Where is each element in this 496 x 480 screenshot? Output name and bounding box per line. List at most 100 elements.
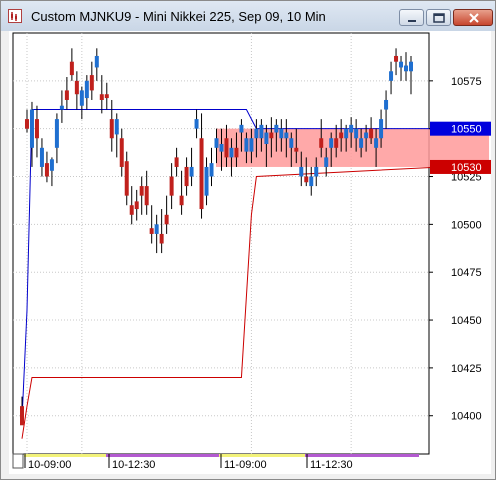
candle-body [109, 119, 114, 139]
candle-body [224, 138, 229, 158]
candle-body [184, 166, 189, 187]
candle-body [309, 176, 314, 187]
candle-body [39, 147, 44, 167]
maximize-icon [433, 13, 445, 23]
session-bar [106, 454, 219, 457]
candle-body [99, 94, 104, 100]
candle-body [289, 138, 294, 148]
candle-body [94, 55, 99, 68]
maximize-button[interactable] [426, 9, 451, 26]
minimize-icon [408, 20, 416, 22]
candle-body [84, 80, 89, 99]
ask-price-label: 10550 [451, 124, 482, 136]
candle-body [219, 143, 224, 152]
candle-body [139, 186, 144, 196]
candle-body [194, 119, 199, 129]
candle-body [154, 224, 159, 234]
candle-body [369, 128, 374, 139]
price-tick-label: 10400 [451, 411, 482, 423]
price-tick-label: 10500 [451, 219, 482, 231]
candle-body [294, 147, 299, 152]
candle-body [124, 161, 129, 196]
chart-window: Custom MJNKU9 - Mini Nikkei 225, Sep 09,… [0, 0, 496, 480]
candle-body [164, 214, 169, 225]
candle-body [104, 94, 109, 99]
candle-body [189, 166, 194, 177]
candle-body [354, 128, 359, 139]
candle-body [339, 132, 344, 139]
candle-body [314, 166, 319, 177]
candle-body [324, 157, 329, 167]
candle-body [359, 138, 364, 148]
price-tick-label: 10475 [451, 267, 482, 279]
chart-area[interactable]: 1040010425104501047510500105251055010575… [9, 31, 491, 474]
candle-body [49, 159, 54, 171]
candle-body [54, 119, 59, 148]
candle-body [129, 205, 134, 215]
candle-body [344, 128, 349, 139]
candle-body [394, 55, 399, 62]
candle-body [279, 128, 284, 139]
candle-body [169, 176, 174, 196]
candle-body [269, 132, 274, 139]
candle-body [89, 75, 94, 91]
price-tick-label: 10575 [451, 76, 482, 88]
session-bar [219, 454, 305, 457]
candle-body [44, 163, 49, 177]
candle-body [119, 138, 124, 167]
candle-body [29, 109, 34, 148]
candle-body [254, 128, 259, 139]
candle-body [64, 90, 69, 100]
candle-body [334, 138, 339, 148]
price-tick-label: 10450 [451, 315, 482, 327]
candle-body [214, 138, 219, 148]
price-chart[interactable]: 1040010425104501047510500105251055010575… [9, 31, 491, 474]
candle-body [304, 176, 309, 183]
candle-body [74, 80, 79, 95]
candle-body [204, 166, 209, 196]
candle-body [399, 61, 404, 68]
candle-body [59, 105, 64, 110]
session-bar [305, 454, 419, 457]
chart-app-icon-graphic [11, 12, 17, 21]
candle-body [20, 406, 24, 426]
candle-body [244, 138, 249, 152]
candle-body [34, 119, 39, 139]
window-title: Custom MJNKU9 - Mini Nikkei 225, Sep 09,… [31, 9, 326, 24]
candle-body [209, 163, 214, 177]
candle-body [114, 119, 119, 135]
candle-body [274, 124, 279, 133]
time-label: 11-12:30 [310, 459, 353, 471]
candle-body [284, 132, 289, 139]
candle-body [144, 186, 149, 206]
candle-body [264, 132, 269, 144]
candle-body [24, 119, 29, 129]
bid-price-label: 10530 [451, 162, 482, 174]
candle-body [234, 147, 239, 158]
candle-body [349, 124, 354, 133]
time-label: 11-09:00 [224, 459, 267, 471]
candle-body [389, 71, 394, 81]
candle-body [229, 147, 234, 158]
scroll-handle[interactable] [12, 453, 24, 469]
candle-body [319, 138, 324, 148]
candle-body [404, 65, 409, 72]
session-bar [24, 454, 106, 457]
plot-border [12, 32, 430, 455]
candle-body [249, 138, 254, 152]
close-icon [469, 13, 479, 23]
title-bar[interactable]: Custom MJNKU9 - Mini Nikkei 225, Sep 09,… [1, 1, 495, 31]
candle-body [239, 124, 244, 133]
minimize-button[interactable] [399, 9, 424, 26]
candle-body [69, 61, 74, 76]
time-label: 10-12:30 [112, 459, 155, 471]
candle-body [179, 195, 184, 206]
time-axis[interactable]: 10-09:00 10-12:30 11-09:00 11-12:30 [12, 453, 419, 471]
candle-body [134, 201, 139, 210]
chart-app-icon[interactable] [8, 9, 22, 23]
candle-body [149, 228, 154, 234]
close-button[interactable] [453, 9, 493, 26]
candle-body [364, 132, 369, 139]
candle-body [159, 233, 164, 244]
price-tick-label: 10425 [451, 363, 482, 375]
